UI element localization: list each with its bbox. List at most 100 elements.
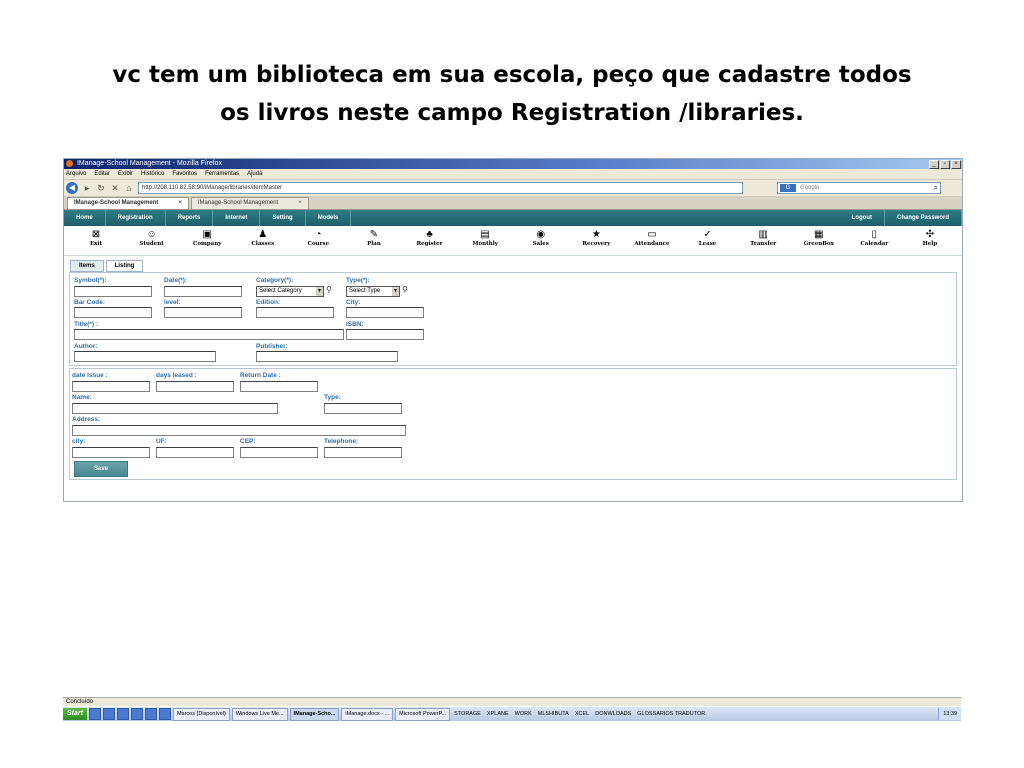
calendar-icon: ▯ [871,229,878,240]
barcode-input[interactable] [74,307,152,318]
tool-course[interactable]: ◔ Course [294,229,342,255]
cep-input[interactable] [240,447,318,458]
nav-reports[interactable]: Reports [166,210,214,226]
nav-models[interactable]: Models [306,210,352,226]
close-tab-icon[interactable]: × [298,198,302,209]
type-search-icon[interactable]: ⚲ [402,285,408,294]
back-button[interactable]: ◀ [66,182,78,194]
taskbar-toolbar[interactable]: XPLANE [485,711,511,717]
uf-input[interactable] [156,447,234,458]
author-label: Author: [74,343,98,350]
date-issue-input[interactable] [72,381,150,392]
home-icon[interactable]: ⌂ [124,183,134,193]
category-search-icon[interactable]: ⚲ [326,285,332,294]
tool-help[interactable]: ✣ Help [906,229,954,255]
tab-listing[interactable]: Listing [105,260,144,272]
nav-logout[interactable]: Logout [840,210,885,226]
taskbar-toolbar[interactable]: WORK [513,711,534,717]
telephone-input[interactable] [324,447,402,458]
taskbar-toolbar[interactable]: XCEL [573,711,591,717]
symbol-input[interactable] [74,286,152,297]
url-bar[interactable]: http://208.110.82.58:90/iManage/librarie… [138,182,743,194]
tool-greenbox[interactable]: ▦ GreenBox [795,229,843,255]
quicklaunch-icon[interactable] [88,708,101,720]
nav-internet[interactable]: Internet [213,210,261,226]
edition-input[interactable] [256,307,334,318]
tool-transfer[interactable]: ▥ Transfer [739,229,787,255]
tool-sales[interactable]: ◉ Sales [517,229,565,255]
tool-monthly[interactable]: ▤ Monthly [461,229,509,255]
tool-label: Course [307,241,330,247]
close-tab-icon[interactable]: × [178,198,182,209]
tool-plan[interactable]: ✎ Plan [350,229,398,255]
quicklaunch-icon[interactable] [158,708,171,720]
menu-exibir[interactable]: Exibir [118,169,133,179]
tool-attendance[interactable]: ▭ Attendance [628,229,676,255]
taskbar-toolbar[interactable]: MLSHIBUTA [536,711,571,717]
nav-change-password[interactable]: Change Password [885,210,962,226]
return-date-input[interactable] [240,381,318,392]
reload-icon[interactable]: ↻ [96,183,106,194]
level-label: level: [164,299,181,306]
type-select[interactable]: Select Type ▼ [346,286,400,297]
save-button[interactable]: Save [74,461,128,477]
taskbar-toolbar[interactable]: DONWLOADS [593,711,633,717]
quicklaunch-icon[interactable] [102,708,115,720]
tool-company[interactable]: ▣ Company [183,229,231,255]
forward-icon[interactable]: ▸ [82,183,92,194]
start-button[interactable]: Start [63,708,87,720]
nav-home[interactable]: Home [64,210,106,226]
taskbar-item[interactable]: Microsoft PowerP... [395,707,451,721]
tool-classes[interactable]: ♟ Classes [239,229,287,255]
taskbar-item-active[interactable]: IManage-Scho... [289,707,340,721]
taskbar-item[interactable]: Marcos (Disponível) [172,707,230,721]
name-input[interactable] [72,403,278,414]
level-input[interactable] [164,307,242,318]
date-input[interactable] [164,286,242,297]
taskbar-item[interactable]: iManage.docx - ... [341,707,394,721]
taskbar-toolbar[interactable]: STORAGE [452,711,483,717]
loan-city-input[interactable] [72,447,150,458]
tool-register[interactable]: ♣ Register [406,229,454,255]
menu-ajuda[interactable]: Ajuda [247,169,262,179]
browser-tab-2[interactable]: IManage-School Management × [190,197,309,209]
tool-student[interactable]: ☺ Student [128,229,176,255]
maximize-button[interactable]: ▫ [940,160,950,169]
author-input[interactable] [74,351,216,362]
publisher-input[interactable] [256,351,398,362]
menu-ferramentas[interactable]: Ferramentas [205,169,239,179]
menu-editar[interactable]: Editar [94,169,110,179]
nav-registration[interactable]: Registration [106,210,166,226]
item-fieldset: Symbol(*): Date(*): Category(*): Select … [69,272,957,366]
tool-recovery[interactable]: ★ Recovery [572,229,620,255]
menu-arquivo[interactable]: Arquivo [66,169,86,179]
isbn-input[interactable] [346,329,424,340]
taskbar-toolbar[interactable]: GLOSSARIOS TRADUTOR [635,711,707,717]
search-box[interactable]: G Google ⌕ [777,182,941,194]
title-input[interactable] [74,329,344,340]
address-input[interactable] [72,425,406,436]
taskbar-item[interactable]: Windows Live Me... [231,707,288,721]
category-select[interactable]: Select Category ▼ [256,286,324,297]
loan-type-input[interactable] [324,403,402,414]
barcode-label: Bar Code: [74,299,106,306]
date-issue-label: date Issue : [72,372,108,379]
quicklaunch-icon[interactable] [116,708,129,720]
search-icon[interactable]: ⌕ [934,183,938,193]
stop-icon[interactable]: ✕ [110,183,120,194]
tool-exit[interactable]: ⊠ Exit [72,229,120,255]
tool-lease[interactable]: ✓ Lease [684,229,732,255]
menu-historico[interactable]: Histórico [141,169,164,179]
tool-calendar[interactable]: ▯ Calendar [850,229,898,255]
nav-setting[interactable]: Setting [260,210,306,226]
days-leased-input[interactable] [156,381,234,392]
city-input[interactable] [346,307,424,318]
browser-tab-1[interactable]: IManage-School Management × [67,197,189,209]
quicklaunch-icon[interactable] [130,708,143,720]
menu-favoritos[interactable]: Favoritos [172,169,197,179]
tab-items[interactable]: Items [70,260,104,272]
title-label: Title(*) : [74,321,99,328]
close-window-button[interactable]: × [951,160,961,169]
minimize-button[interactable]: _ [929,160,939,169]
quicklaunch-icon[interactable] [144,708,157,720]
